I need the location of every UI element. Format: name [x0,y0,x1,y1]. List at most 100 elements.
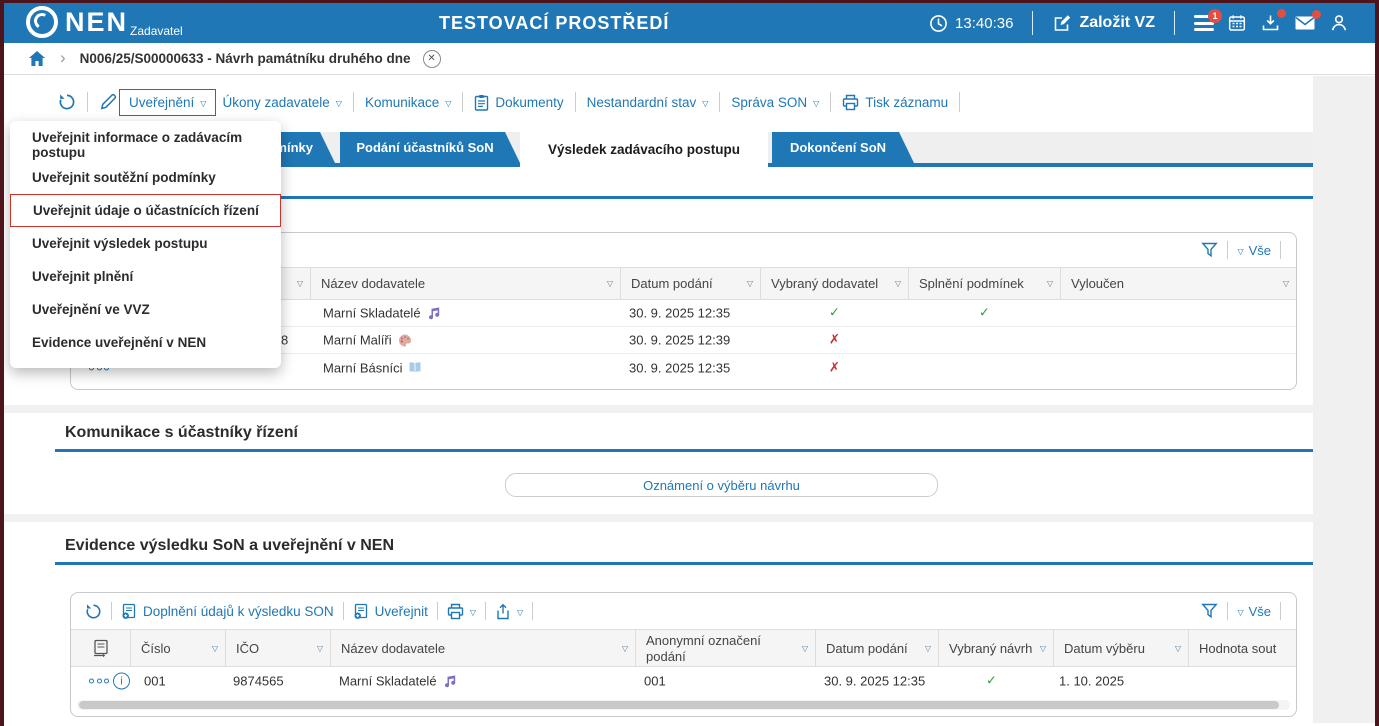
documents-label: Dokumenty [495,95,563,110]
dropdown-caret-icon [1237,608,1243,617]
column-header-conditions[interactable]: Splnění podmínek [909,268,1061,299]
table-row[interactable]: 001 9874565 Marní Skladatelé 001 30. 9. … [71,667,1296,695]
column-header-name[interactable]: Název dodavatele [311,268,621,299]
publish-result-button[interactable]: Uveřejnit [353,603,428,620]
communication-section-underline [55,449,1313,452]
horizontal-scrollbar[interactable] [77,700,1290,710]
selection-notice-button[interactable]: Oznámení o výběru návrhu [505,473,938,497]
son-admin-label: Správa SON [731,95,807,110]
column-label: Anonymní označení podání [646,633,761,666]
column-label: Vyloučen [1071,276,1124,291]
home-icon[interactable] [28,50,46,67]
menu-item-publish-vvz[interactable]: Uveřejnění ve VVZ [10,293,281,326]
column-filter-icon[interactable] [1283,279,1289,288]
column-header-anonymous[interactable]: Anonymní označení podání [636,630,816,666]
column-filter-icon[interactable] [1175,644,1181,653]
menu-item-publication-evidence[interactable]: Evidence uveřejnění v NEN [10,326,281,359]
scrollbar-thumb[interactable] [79,701,1279,709]
column-filter-icon[interactable] [802,644,808,654]
filter-funnel-icon[interactable] [1201,603,1218,619]
show-all-button[interactable]: Vše [1249,243,1271,258]
column-filter-icon[interactable] [622,644,628,653]
column-filter-icon[interactable] [895,279,901,288]
info-icon[interactable] [113,673,130,690]
column-header-name[interactable]: Název dodavatele [331,630,636,666]
tab-result-active[interactable]: Výsledek zadávacího postupu [520,132,768,167]
column-header-date[interactable]: Datum podání [816,630,939,666]
music-notes-icon [443,674,457,688]
calendar-button[interactable] [1227,13,1247,33]
refresh-button[interactable] [85,603,102,620]
section-gap [4,514,1313,522]
notifications-badge: 1 [1208,9,1222,23]
refresh-button[interactable] [58,93,76,111]
current-time: 13:40:36 [955,15,1013,32]
tab-label: Výsledek zadávacího postupu [548,142,740,157]
submission-date: 30. 9. 2025 12:35 [824,674,925,689]
communication-button[interactable]: Komunikace [365,95,451,110]
menu-item-publish-conditions[interactable]: Uveřejnit soutěžní podmínky [10,161,281,194]
supplier-name: Marní Skladatelé [323,306,441,321]
toolbar-divider [462,92,463,112]
create-vz-label: Založit VZ [1079,14,1155,32]
menu-item-publish-result[interactable]: Uveřejnit výsledek postupu [10,227,281,260]
tab-submissions[interactable]: Podání účastníků SoN [340,132,520,163]
tab-completion[interactable]: Dokončení SoN [772,132,914,163]
notifications-menu-button[interactable]: 1 [1194,15,1214,31]
tab-label: Dokončení SoN [790,140,886,155]
column-filter-icon[interactable] [1047,279,1053,288]
anonymous-designation: 001 [644,674,666,689]
documents-button[interactable]: Dokumenty [474,94,563,111]
environment-title: TESTOVACÍ PROSTŘEDÍ [439,13,669,34]
publish-label: Uveřejnění [129,95,194,110]
column-header-number[interactable]: Číslo [131,630,226,666]
toolbar-divider [532,602,533,620]
column-filter-icon[interactable] [747,279,753,288]
show-all-button[interactable]: Vše [1249,604,1271,619]
profile-button[interactable] [1329,13,1349,33]
supplement-results-button[interactable]: Doplnění údajů k výsledku SON [121,603,334,620]
column-filter-icon[interactable] [317,644,323,653]
create-vz-button[interactable]: Založit VZ [1052,13,1155,33]
contractor-acts-button[interactable]: Úkony zadavatele [222,95,341,110]
row-menu-icon[interactable] [89,679,109,684]
submission-date: 30. 9. 2025 12:39 [629,333,730,348]
column-label: Název dodavatele [341,641,445,656]
evidence-section-title: Evidence výsledku SoN a uveřejnění v NEN [65,537,394,555]
toolbar-divider [87,92,88,112]
menu-item-publish-fulfillment[interactable]: Uveřejnit plnění [10,260,281,293]
column-label: Vybraný návrh [949,641,1032,656]
column-label: Datum výběru [1064,641,1145,656]
column-header-ico[interactable]: IČO [226,630,331,666]
column-filter-icon[interactable] [297,279,303,288]
nen-logo[interactable]: NEN Zadavatel [26,6,181,38]
filter-funnel-icon[interactable] [1201,242,1218,258]
column-header-selected[interactable]: Vybraný návrh [939,630,1054,666]
edit-record-button[interactable] [99,93,117,111]
export-share-button[interactable] [495,603,523,620]
column-filter-icon[interactable] [212,644,218,653]
son-admin-button[interactable]: Správa SON [731,95,819,110]
nen-app-window: NEN Zadavatel TESTOVACÍ PROSTŘEDÍ 13:40:… [0,0,1379,726]
dropdown-caret-icon [1237,247,1243,256]
row-number: 001 [144,674,166,689]
nonstandard-state-button[interactable]: Nestandardní stav [587,95,709,110]
column-filter-icon[interactable] [607,279,613,288]
column-header-value[interactable]: Hodnota sout [1189,630,1296,666]
messages-button[interactable] [1294,14,1316,32]
vertical-scrollbar-track[interactable] [1313,76,1375,723]
column-settings-icon[interactable] [71,630,131,666]
menu-item-publish-info[interactable]: Uveřejnit informace o zadávacím postupu [10,128,281,161]
column-header-excluded[interactable]: Vyloučen [1061,268,1296,299]
print-button[interactable] [447,603,476,620]
publish-menu-button[interactable]: Uveřejnění [119,89,216,116]
column-header-selected[interactable]: Vybraný dodavatel [761,268,909,299]
downloads-button[interactable] [1260,13,1281,33]
column-filter-icon[interactable] [925,644,931,653]
column-filter-icon[interactable] [1040,644,1046,653]
print-record-button[interactable]: Tisk záznamu [842,94,948,111]
menu-item-publish-participants[interactable]: Uveřejnit údaje o účastnících řízení [10,194,281,227]
column-header-selection-date[interactable]: Datum výběru [1054,630,1189,666]
column-header-date[interactable]: Datum podání [621,268,761,299]
close-record-icon[interactable] [423,50,441,68]
